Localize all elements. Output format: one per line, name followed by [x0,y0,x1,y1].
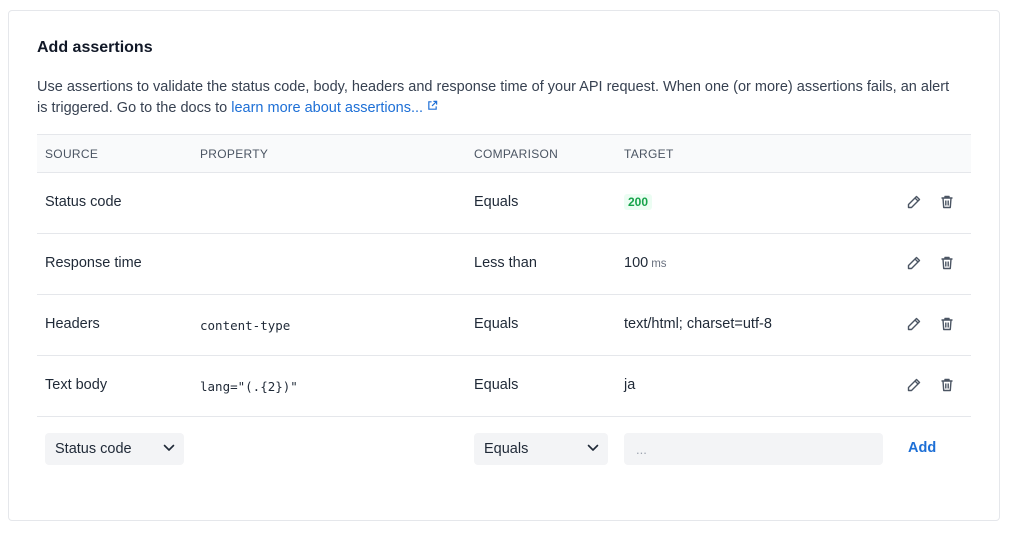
section-description: Use assertions to validate the status co… [37,77,962,119]
assertions-card: Add assertions Use assertions to validat… [8,10,1000,521]
trash-icon[interactable] [939,255,955,271]
row-source: Status code [45,194,122,210]
target-value: 100 [624,255,649,271]
delete-button[interactable] [938,376,956,394]
row-comparison: Equals [474,316,519,332]
row-comparison: Less than [474,255,537,271]
table-row: Text body lang="(.{2})" Equals ja [37,356,971,417]
row-target: text/html; charset=utf-8 [624,316,772,332]
status-badge: 200 [624,194,653,210]
table-row: Headers content-type Equals text/html; c… [37,295,971,356]
target-unit: ms [651,258,667,270]
row-comparison: Equals [474,194,519,210]
source-select-value[interactable]: Status code [55,441,132,457]
edit-button[interactable] [905,193,923,211]
table-row: Response time Less than 100 ms [37,234,971,295]
header-source: SOURCE [45,147,99,161]
table-header: SOURCE PROPERTY COMPARISON TARGET [37,134,971,173]
edit-button[interactable] [905,376,923,394]
description-text: Use assertions to validate the status co… [37,79,950,116]
header-target: TARGET [624,147,674,161]
row-comparison: Equals [474,377,519,393]
chevron-down-icon[interactable] [163,444,175,452]
comparison-select-value[interactable]: Equals [484,441,528,457]
pencil-icon[interactable] [906,377,922,393]
new-assertion-row: Status code Equals Add [37,417,971,483]
pencil-icon[interactable] [906,194,922,210]
external-link-icon[interactable] [427,100,438,111]
edit-button[interactable] [905,315,923,333]
row-property: content-type [200,318,291,333]
row-target: 100 ms [624,255,667,271]
delete-button[interactable] [938,193,956,211]
delete-button[interactable] [938,315,956,333]
row-target: ja [624,377,636,393]
header-property: PROPERTY [200,147,269,161]
row-property: lang="(.{2})" [200,379,298,394]
row-source: Response time [45,255,142,271]
delete-button[interactable] [938,254,956,272]
row-target: 200 [624,194,653,210]
target-input[interactable] [624,433,883,465]
docs-link[interactable]: learn more about assertions... [231,100,438,116]
edit-button[interactable] [905,254,923,272]
comparison-select[interactable]: Equals [474,433,608,465]
docs-link-text[interactable]: learn more about assertions... [231,100,423,116]
pencil-icon[interactable] [906,316,922,332]
pencil-icon[interactable] [906,255,922,271]
add-button[interactable]: Add [908,440,936,456]
assertions-table: SOURCE PROPERTY COMPARISON TARGET Status… [37,134,971,483]
section-title: Add assertions [37,39,153,56]
trash-icon[interactable] [939,194,955,210]
row-source: Headers [45,316,100,332]
chevron-down-icon[interactable] [587,444,599,452]
source-select[interactable]: Status code [45,433,184,465]
table-row: Status code Equals 200 [37,173,971,234]
trash-icon[interactable] [939,377,955,393]
trash-icon[interactable] [939,316,955,332]
row-source: Text body [45,377,108,393]
header-comparison: COMPARISON [474,147,559,161]
